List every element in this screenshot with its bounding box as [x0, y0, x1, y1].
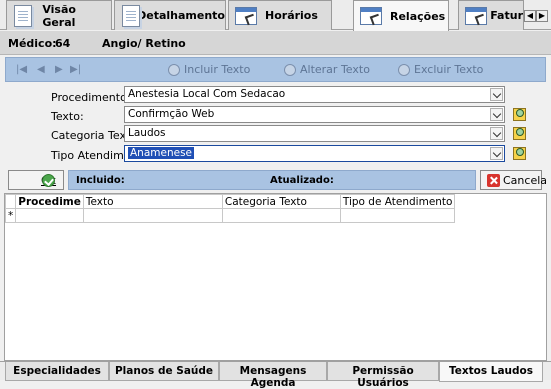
top-tab-strip: Visão Geral Detalhamento Horários Relaçõ…: [0, 0, 551, 31]
alterar-texto-button[interactable]: Alterar Texto: [284, 63, 370, 76]
tab-label: Detalhamento: [137, 9, 225, 22]
table-row[interactable]: *: [4, 208, 456, 223]
column-header[interactable]: Categoria Texto: [221, 194, 341, 209]
first-record-icon[interactable]: |◀: [16, 64, 27, 75]
tipo-atendimento-select[interactable]: Anamenese: [124, 145, 505, 162]
tab-textos-laudos[interactable]: Textos Laudos: [439, 362, 543, 382]
tab-label: Visão Geral: [42, 2, 76, 29]
prev-record-icon[interactable]: ◀: [37, 64, 45, 75]
next-record-icon[interactable]: ▶: [55, 64, 63, 75]
tab-mensagens-agenda[interactable]: Mensagens Agenda: [219, 362, 327, 389]
texto-select[interactable]: Confirmção Web: [124, 106, 505, 123]
cancela-label: Cancela: [503, 174, 548, 187]
grid-cell[interactable]: [15, 208, 84, 223]
window-cursor-icon: [463, 3, 487, 29]
incluir-texto-button[interactable]: Incluir Texto: [168, 63, 250, 76]
chevron-down-icon[interactable]: [490, 147, 503, 160]
tab-detalhamento[interactable]: Detalhamento: [114, 0, 226, 30]
tab-planos-de-saude[interactable]: Planos de Saúde: [109, 362, 219, 381]
row-indicator-header: [4, 194, 17, 209]
procedimento-label: Procedimento:: [51, 91, 131, 104]
window-cursor-icon: [233, 3, 259, 29]
ok-button[interactable]: Ok: [8, 170, 64, 190]
atualizado-label: Atualizado:: [270, 175, 334, 186]
tab-horarios[interactable]: Horários: [228, 0, 332, 30]
procedimento-select[interactable]: Anestesia Local Com Sedacao: [124, 86, 505, 103]
incluir-label: Incluir Texto: [184, 63, 251, 76]
delete-icon: [398, 63, 410, 76]
column-header[interactable]: Texto: [82, 194, 223, 209]
chevron-down-icon[interactable]: [490, 88, 503, 101]
tab-faturamento[interactable]: Fatur: [458, 0, 524, 30]
column-header[interactable]: Tipo de Atendimento: [339, 194, 456, 209]
grid-cell[interactable]: [221, 208, 341, 223]
tab-visao-geral[interactable]: Visão Geral: [6, 0, 112, 30]
medico-code: 64: [55, 37, 71, 50]
grid-cell[interactable]: [82, 208, 223, 223]
tab-label: Relações: [390, 9, 446, 23]
tab-label: Fatur: [490, 9, 523, 22]
cancela-button[interactable]: Cancela: [480, 170, 547, 190]
edit-icon: [284, 63, 296, 76]
incluido-label: Incluido:: [76, 175, 125, 186]
bottom-tab-strip: Especialidades Planos de Saúde Mensagens…: [0, 361, 551, 389]
medico-label: Médico:: [8, 37, 57, 50]
add-icon: [168, 63, 180, 76]
tab-relacoes[interactable]: Relações: [353, 0, 449, 31]
scroll-right-icon[interactable]: ▶: [536, 10, 548, 22]
document-icon: [11, 3, 36, 29]
medico-name: Angio/ Retino: [102, 37, 186, 50]
medico-header: Médico: 64 Angio/ Retino: [0, 31, 551, 55]
chevron-down-icon[interactable]: [490, 108, 503, 121]
column-header[interactable]: Procedime: [15, 194, 84, 209]
lookup-icon[interactable]: [511, 145, 526, 160]
texto-label: Texto:: [51, 110, 84, 123]
document-icon: [119, 3, 140, 29]
tab-scroll-arrows: ◀ ▶: [524, 10, 548, 22]
chevron-down-icon[interactable]: [490, 127, 503, 140]
lookup-icon[interactable]: [511, 125, 526, 140]
record-navbar: |◀ ◀ ▶ ▶| Incluir Texto Alterar Texto Ex…: [5, 57, 546, 82]
tab-permissao-usuarios[interactable]: Permissão Usuários: [327, 362, 439, 389]
cancel-icon: [487, 174, 500, 187]
check-icon: [42, 174, 55, 187]
window-cursor-icon: [358, 3, 384, 29]
excluir-texto-button[interactable]: Excluir Texto: [398, 63, 483, 76]
alterar-label: Alterar Texto: [300, 63, 370, 76]
tab-especialidades[interactable]: Especialidades: [5, 362, 109, 381]
excluir-label: Excluir Texto: [414, 63, 484, 76]
new-row-indicator: *: [4, 208, 17, 223]
status-bar: Incluido: Atualizado:: [68, 170, 476, 190]
tipo-label: Tipo Atendim.:: [51, 149, 131, 162]
categoria-select[interactable]: Laudos: [124, 125, 505, 142]
grid-table: Procedime Texto Categoria Texto Tipo de …: [4, 194, 456, 223]
textos-grid[interactable]: Procedime Texto Categoria Texto Tipo de …: [4, 193, 547, 361]
tab-label: Horários: [265, 9, 318, 22]
last-record-icon[interactable]: ▶|: [70, 64, 81, 75]
scroll-left-icon[interactable]: ◀: [524, 10, 536, 22]
grid-cell[interactable]: [339, 208, 456, 223]
grid-header-row: Procedime Texto Categoria Texto Tipo de …: [4, 194, 456, 209]
lookup-icon[interactable]: [511, 106, 526, 121]
